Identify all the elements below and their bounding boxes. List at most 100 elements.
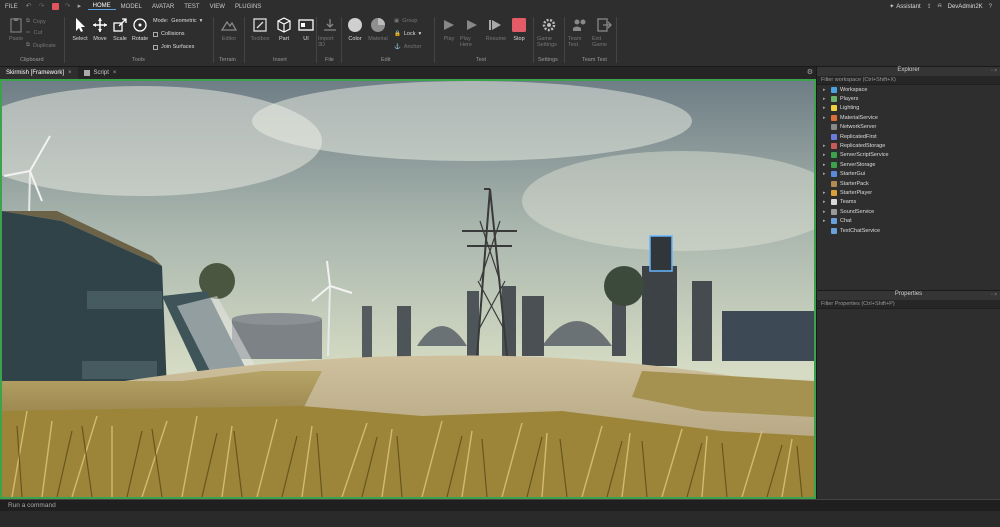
duplicate-button[interactable]: ⧉ Duplicate <box>26 42 56 49</box>
play-icon <box>444 20 454 30</box>
tab-model[interactable]: MODEL <box>116 4 147 10</box>
tab-place[interactable]: Skirmish [Framework] × <box>0 67 78 79</box>
anchor-label: Anchor <box>403 44 422 50</box>
panel-controls-icon[interactable]: ▫ × <box>991 68 997 74</box>
explorer-item[interactable]: ▸ Chat <box>817 216 1000 225</box>
paste-icon <box>10 18 22 33</box>
explorer-item[interactable]: StarterPack <box>817 179 1000 188</box>
panel-controls-icon[interactable]: ▫ × <box>991 292 997 298</box>
stop-button[interactable]: Stop <box>507 17 531 57</box>
user-name[interactable]: DevAdmin2K <box>948 4 983 10</box>
ui-button[interactable]: UI <box>294 17 318 57</box>
explorer-item[interactable]: ▸ Teams <box>817 198 1000 207</box>
expand-arrow-icon[interactable]: ▸ <box>823 209 828 215</box>
notification-icon[interactable]: ⍾ <box>938 3 942 10</box>
terrain-editor-label: Editor <box>221 36 237 42</box>
undo-icon[interactable]: ↶ <box>26 3 33 10</box>
paste-button[interactable]: Paste <box>4 17 28 57</box>
expand-arrow-icon[interactable]: ▸ <box>823 190 828 196</box>
part-button[interactable]: Part <box>272 17 296 57</box>
explorer-filter-input[interactable]: Filter workspace (Ctrl+Shift+X) <box>817 76 1000 85</box>
explorer-item[interactable]: ▸ Workspace <box>817 85 1000 94</box>
tab-plugins[interactable]: PLUGINS <box>230 4 266 10</box>
cube-icon <box>277 17 291 33</box>
exit-game-button[interactable]: Exit Game <box>592 17 616 57</box>
close-icon[interactable]: × <box>113 70 117 76</box>
command-bar[interactable]: Run a command <box>0 499 1000 511</box>
ribbon-toolbar: Paste ⧉ Copy ✂ Cut ⧉ Duplicate Clipboard Se… <box>0 13 1000 67</box>
redo-icon[interactable]: ↷ <box>39 3 46 10</box>
explorer-item[interactable]: ReplicatedFirst <box>817 132 1000 141</box>
color-button[interactable]: Color <box>343 17 367 57</box>
join-surfaces-toggle[interactable]: Join Surfaces <box>153 44 194 50</box>
resume-button[interactable]: Resume <box>484 17 508 57</box>
properties-filter-input[interactable]: Filter Properties (Ctrl+Shift+P) <box>817 300 1000 309</box>
explorer-item[interactable]: ▸ ReplicatedStorage <box>817 141 1000 150</box>
explorer-item[interactable]: ▸ Lighting <box>817 104 1000 113</box>
tab-view[interactable]: VIEW <box>205 4 230 10</box>
menu-file[interactable]: FILE <box>0 4 23 10</box>
explorer-item-label: Lighting <box>840 105 860 112</box>
explorer-item[interactable]: ▸ StarterGui <box>817 170 1000 179</box>
import-3d-button[interactable]: Import 3D <box>318 17 342 57</box>
tab-home[interactable]: HOME <box>87 3 116 10</box>
close-icon[interactable]: × <box>68 70 72 76</box>
explorer-item[interactable]: ▸ Players <box>817 94 1000 103</box>
team-test-button[interactable]: Team Test <box>568 17 592 57</box>
anchor-icon: ⚓ <box>394 44 401 50</box>
stop-quick-icon[interactable] <box>51 3 59 10</box>
tab-test[interactable]: TEST <box>179 4 204 10</box>
assistant-button[interactable]: ✦ Assistant <box>889 3 920 11</box>
file-group-label: File <box>325 57 334 63</box>
service-icon <box>831 105 837 112</box>
expand-arrow-icon[interactable]: ▸ <box>823 87 828 93</box>
expand-arrow-icon[interactable]: ▸ <box>823 96 828 102</box>
expand-arrow-icon[interactable]: ▸ <box>823 171 828 177</box>
redo-quick-icon[interactable]: ↷ <box>65 3 72 10</box>
rotate-button[interactable]: Rotate <box>128 17 152 57</box>
expand-arrow-icon[interactable]: ▸ <box>823 152 828 158</box>
cut-button[interactable]: ✂ Cut <box>26 30 42 36</box>
expand-arrow-icon[interactable]: ▸ <box>823 162 828 168</box>
toolbox-icon <box>253 18 267 32</box>
share-icon[interactable]: ⇪ <box>927 3 932 10</box>
expand-arrow-icon[interactable]: ▸ <box>823 218 828 224</box>
explorer-item[interactable]: ▸ MaterialService <box>817 113 1000 122</box>
service-icon <box>831 96 837 103</box>
terrain-editor-button[interactable]: Editor <box>217 17 241 57</box>
toolbox-button[interactable]: Toolbox <box>248 17 272 57</box>
tab-script[interactable]: Script × <box>78 67 123 79</box>
expand-arrow-icon[interactable]: ▸ <box>823 115 828 121</box>
expand-arrow-icon[interactable]: ▸ <box>823 199 828 205</box>
collisions-toggle[interactable]: Collisions <box>153 31 185 37</box>
explorer-item-label: StarterPack <box>840 180 869 187</box>
viewport-settings-icon[interactable]: ⚙ <box>807 68 813 76</box>
expand-arrow-icon[interactable]: ▸ <box>823 143 828 149</box>
properties-header: Properties ▫ × <box>817 291 1000 300</box>
play-here-label: Play Here <box>460 36 472 48</box>
material-button[interactable]: Material <box>366 17 390 57</box>
copy-label: Copy <box>32 18 46 25</box>
copy-button[interactable]: ⧉ Copy <box>26 18 46 25</box>
explorer-item-label: Chat <box>840 218 852 225</box>
tab-avatar[interactable]: AVATAR <box>147 4 179 10</box>
game-settings-button[interactable]: Game Settings <box>537 17 561 57</box>
mode-dropdown[interactable]: Mode: Geometric ▾ <box>153 18 202 24</box>
group-button[interactable]: ▣ Group <box>394 18 418 24</box>
play-quick-icon[interactable]: ▸ <box>78 3 85 10</box>
explorer-item[interactable]: TextChatService <box>817 226 1000 235</box>
service-icon <box>831 180 837 187</box>
anchor-button[interactable]: ⚓ Anchor <box>394 44 421 50</box>
explorer-item[interactable]: ▸ ServerStorage <box>817 160 1000 169</box>
expand-arrow-icon[interactable]: ▸ <box>823 105 828 111</box>
explorer-item[interactable]: NetworkServer <box>817 123 1000 132</box>
command-input[interactable]: Run a command <box>8 502 56 509</box>
play-here-button[interactable]: Play Here <box>460 17 484 57</box>
game-viewport[interactable] <box>0 79 816 499</box>
play-button[interactable]: Play <box>437 17 461 57</box>
explorer-item[interactable]: ▸ ServerScriptService <box>817 151 1000 160</box>
lock-button[interactable]: 🔒 Lock ▾ <box>394 31 421 37</box>
explorer-item[interactable]: ▸ StarterPlayer <box>817 188 1000 197</box>
help-icon[interactable]: ? <box>989 4 992 10</box>
explorer-item[interactable]: ▸ SoundService <box>817 207 1000 216</box>
